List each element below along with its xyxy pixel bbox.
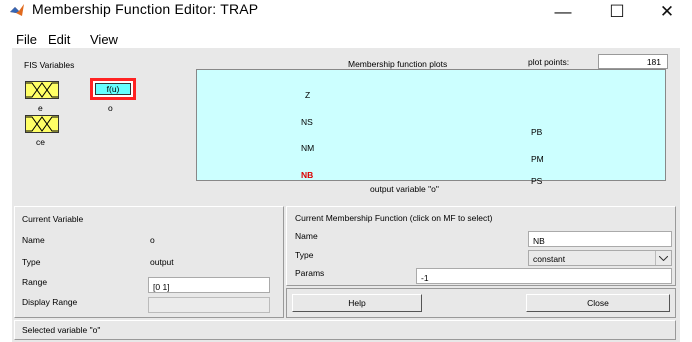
mf-params-label: Params <box>295 268 325 278</box>
variable-name-value: o <box>150 235 155 245</box>
status-text: Selected variable "o" <box>22 325 101 335</box>
mf-label-nm[interactable]: NM <box>301 143 314 153</box>
mf-label-pm[interactable]: PM <box>531 154 544 164</box>
main-panel: FIS Variables e ce f(u) o Membership fun… <box>12 48 680 342</box>
variable-range-label: Range <box>22 277 48 287</box>
menu-view[interactable]: View <box>90 32 118 47</box>
minimize-icon: — <box>554 2 572 21</box>
variable-type-value: output <box>150 257 174 267</box>
mf-name-label: Name <box>295 231 318 241</box>
variable-name-label: Name <box>22 235 45 245</box>
input-variable-e[interactable] <box>25 81 59 99</box>
input-variable-ce-label: ce <box>36 137 45 147</box>
minimize-button[interactable]: — <box>540 0 586 24</box>
mf-name-input[interactable]: NB <box>528 231 672 247</box>
variable-range-input[interactable]: [0 1] <box>148 277 270 293</box>
close-button[interactable]: Close <box>526 294 670 312</box>
output-variable-o-label: o <box>108 103 113 113</box>
menu-file[interactable]: File <box>16 32 37 47</box>
variable-type-label: Type <box>22 257 41 267</box>
status-bar <box>14 320 676 340</box>
menu-edit[interactable]: Edit <box>48 32 70 47</box>
current-variable-title: Current Variable <box>22 214 84 224</box>
mf-label-nb[interactable]: NB <box>301 170 313 180</box>
input-variable-ce[interactable] <box>25 115 59 133</box>
help-button[interactable]: Help <box>292 294 422 312</box>
membership-function-plot[interactable]: Z NS NM NB PB PM PS <box>196 69 666 186</box>
trapezoid-mf-icon <box>26 82 58 98</box>
output-variable-o[interactable]: f(u) <box>90 78 136 100</box>
fis-variables-label: FIS Variables <box>24 60 75 70</box>
display-range-label: Display Range <box>22 297 78 307</box>
matlab-icon <box>10 4 24 16</box>
close-icon: ✕ <box>659 2 675 21</box>
mf-type-select[interactable]: constant <box>528 250 672 266</box>
plot-points-label: plot points: <box>528 57 570 67</box>
mf-label-pb[interactable]: PB <box>531 127 542 137</box>
plot-points-input[interactable]: 181 <box>598 54 668 69</box>
window-title: Membership Function Editor: TRAP <box>32 1 259 17</box>
mf-label-ps[interactable]: PS <box>531 176 542 186</box>
chevron-down-icon[interactable] <box>655 251 671 265</box>
close-window-button[interactable]: ✕ <box>644 0 690 24</box>
mf-label-z[interactable]: Z <box>305 90 310 100</box>
maximize-icon: ☐ <box>609 2 625 21</box>
current-mf-title: Current Membership Function (click on MF… <box>295 213 493 223</box>
mf-label-ns[interactable]: NS <box>301 117 313 127</box>
display-range-input <box>148 297 270 313</box>
mf-type-label: Type <box>295 250 314 260</box>
output-variable-box-label: f(u) <box>95 83 131 95</box>
trapezoid-mf-icon <box>26 116 58 132</box>
mf-type-value: constant <box>533 254 566 264</box>
maximize-button[interactable]: ☐ <box>594 0 640 24</box>
plot-x-axis-label: output variable "o" <box>370 184 439 194</box>
input-variable-e-label: e <box>38 103 43 113</box>
plot-title: Membership function plots <box>348 59 448 69</box>
mf-params-input[interactable]: -1 <box>416 268 672 284</box>
